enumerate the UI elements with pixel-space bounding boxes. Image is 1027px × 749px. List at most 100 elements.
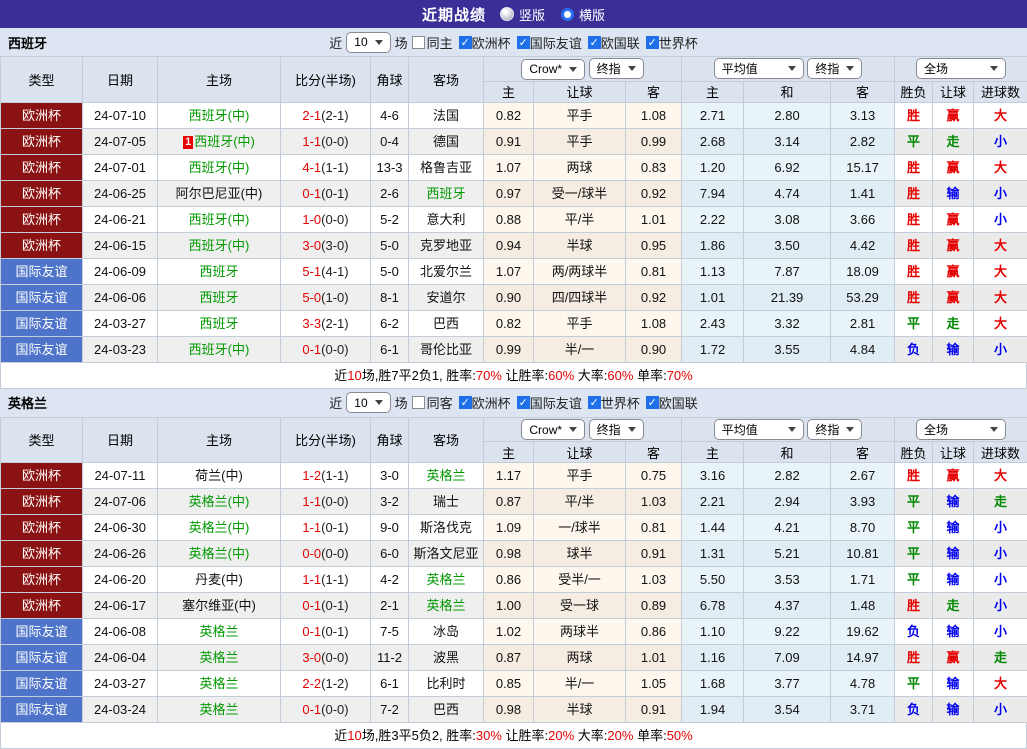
match-count-select[interactable]: 10 [346,392,390,413]
avg-source-select[interactable]: 平均值 [714,419,804,440]
away-team-name[interactable]: 英格兰 [426,572,465,587]
same-venue-filter[interactable]: 同主 [412,33,453,52]
result-goals: 小 [974,567,1027,593]
home-team-name[interactable]: 西班牙(中) [189,212,250,227]
home-team-name[interactable]: 西班牙(中) [189,160,250,175]
away-team-name[interactable]: 哥伦比亚 [420,342,472,357]
league-checkbox[interactable]: ✓ [646,36,659,49]
league-filter[interactable]: ✓世界杯 [646,33,698,52]
avg-draw: 3.50 [744,232,831,258]
fulltime-score: 4-1 [302,160,321,175]
away-team-name[interactable]: 北爱尔兰 [420,264,472,279]
away-team-name[interactable]: 英格兰 [426,598,465,613]
league-filter[interactable]: ✓世界杯 [588,393,640,412]
odds-source-select[interactable]: Crow* [521,419,585,440]
result-goals: 大 [974,154,1027,180]
home-team-name[interactable]: 英格兰 [199,624,238,639]
corner-score: 2-1 [371,593,409,619]
scope-select[interactable]: 全场 [916,419,1006,440]
home-team-name[interactable]: 英格兰(中) [189,546,250,561]
away-team-name[interactable]: 西班牙 [426,186,465,201]
avg-time-select[interactable]: 终指 [807,419,862,440]
odds-away: 1.08 [626,102,682,128]
home-team-name[interactable]: 英格兰(中) [189,494,250,509]
away-team-name[interactable]: 冰岛 [433,624,459,639]
away-team-name[interactable]: 法国 [433,108,459,123]
home-team-name[interactable]: 西班牙(中) [194,134,255,149]
corner-score: 11-2 [371,645,409,671]
avg-source-select[interactable]: 平均值 [714,58,804,79]
away-team-name[interactable]: 意大利 [426,212,465,227]
league-filter[interactable]: ✓国际友谊 [517,33,582,52]
odds-time-select[interactable]: 终指 [589,419,644,440]
handicap-line: 半球 [534,232,626,258]
same-venue-checkbox[interactable] [412,36,425,49]
away-team-name[interactable]: 英格兰 [426,468,465,483]
home-team-name[interactable]: 英格兰 [199,702,238,717]
away-team-name[interactable]: 瑞士 [433,494,459,509]
away-team-name[interactable]: 斯洛文尼亚 [413,546,478,561]
league-filter[interactable]: ✓欧国联 [646,393,698,412]
league-checkbox[interactable]: ✓ [588,36,601,49]
away-team-name[interactable]: 安道尔 [426,290,465,305]
home-team-name[interactable]: 西班牙(中) [189,238,250,253]
result-handicap: 赢 [933,645,974,671]
result-winlose: 负 [895,336,933,362]
away-team-name[interactable]: 德国 [433,134,459,149]
away-team-name[interactable]: 巴西 [433,702,459,717]
home-team-name[interactable]: 英格兰(中) [189,520,250,535]
home-team-name[interactable]: 西班牙(中) [189,108,250,123]
home-team-name[interactable]: 西班牙 [199,264,238,279]
scope-select[interactable]: 全场 [916,58,1006,79]
league-checkbox[interactable]: ✓ [459,396,472,409]
league-filter[interactable]: ✓欧国联 [588,33,640,52]
col-header: 比分(半场) [281,57,371,103]
odds-source-select[interactable]: Crow* [521,59,585,80]
avg-time-select[interactable]: 终指 [807,58,862,79]
league-checkbox[interactable]: ✓ [646,396,659,409]
away-team-name[interactable]: 克罗地亚 [420,238,472,253]
select-value: 终指 [597,60,621,77]
odds-time-select[interactable]: 终指 [589,58,644,79]
scope-header-group: 全场 [895,57,1027,82]
away-team-name[interactable]: 格鲁吉亚 [420,160,472,175]
home-team-name[interactable]: 英格兰 [199,676,238,691]
home-team-name[interactable]: 西班牙 [199,290,238,305]
league-checkbox[interactable]: ✓ [588,396,601,409]
away-team-name[interactable]: 波黑 [433,650,459,665]
fulltime-score: 1-2 [302,468,321,483]
col-header: 比分(半场) [281,417,371,463]
away-team-name[interactable]: 巴西 [433,316,459,331]
home-team-name[interactable]: 西班牙(中) [189,342,250,357]
odds-home: 1.02 [484,619,534,645]
home-team-name[interactable]: 荷兰(中) [195,468,243,483]
view-option-0[interactable]: 竖版 [500,5,545,24]
league-checkbox[interactable]: ✓ [517,396,530,409]
home-team-name[interactable]: 阿尔巴尼亚(中) [176,186,263,201]
chevron-down-icon [375,40,383,45]
league-checkbox[interactable]: ✓ [517,36,530,49]
match-score: 0-0(0-0) [281,541,371,567]
halftime-score: (0-1) [321,598,348,613]
same-venue-filter[interactable]: 同客 [412,393,453,412]
same-venue-checkbox[interactable] [412,396,425,409]
home-team-cell: 西班牙(中) [158,154,281,180]
home-team-name[interactable]: 丹麦(中) [195,572,243,587]
league-filter[interactable]: ✓欧洲杯 [459,393,511,412]
home-team-cell: 西班牙(中) [158,206,281,232]
away-team-name[interactable]: 比利时 [426,676,465,691]
view-option-1[interactable]: 横版 [561,5,605,24]
home-team-name[interactable]: 英格兰 [199,650,238,665]
league-checkbox[interactable]: ✓ [459,36,472,49]
league-filter[interactable]: ✓欧洲杯 [459,33,511,52]
result-handicap: 输 [933,515,974,541]
match-count-select[interactable]: 10 [346,32,390,53]
odds-away: 1.01 [626,206,682,232]
home-team-name[interactable]: 塞尔维亚(中) [182,598,256,613]
team-name: 英格兰 [8,393,47,412]
home-team-name[interactable]: 西班牙 [199,316,238,331]
result-winlose: 负 [895,619,933,645]
away-team-name[interactable]: 斯洛伐克 [420,520,472,535]
league-filter[interactable]: ✓国际友谊 [517,393,582,412]
avg-home: 1.94 [682,697,744,723]
